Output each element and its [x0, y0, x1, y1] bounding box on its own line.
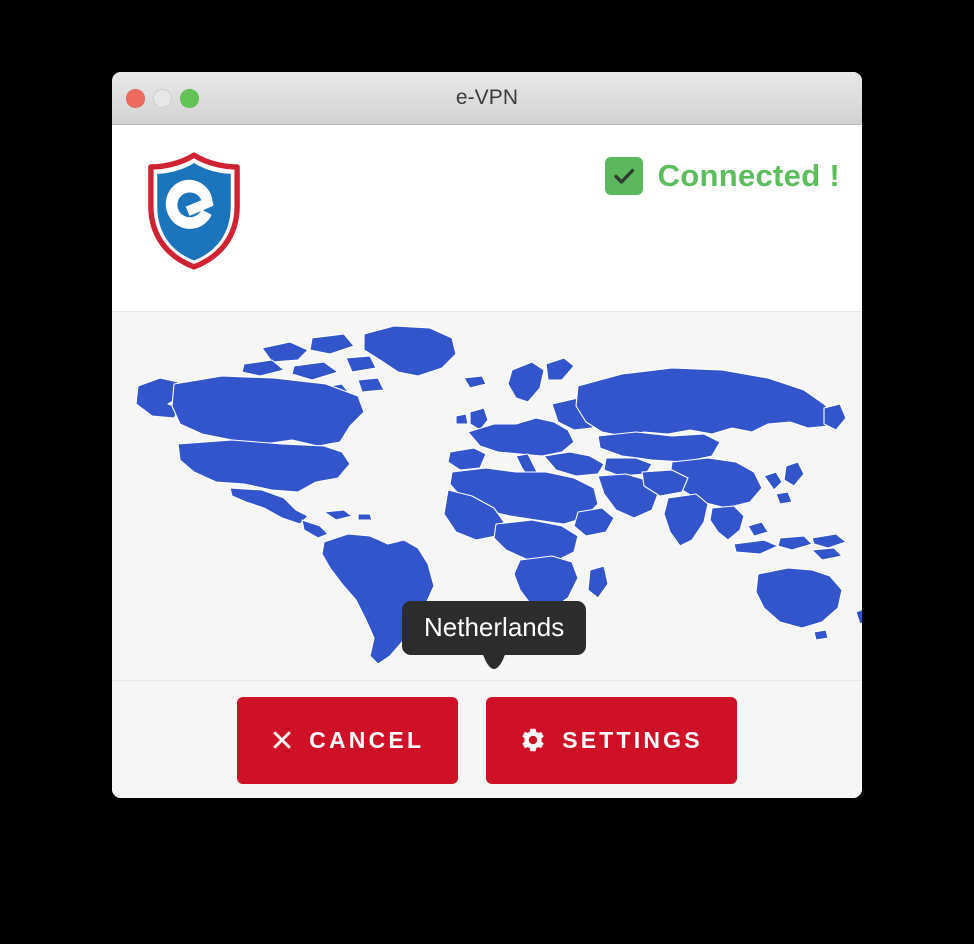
close-x-icon — [271, 729, 293, 751]
connection-status: Connected ! — [604, 157, 840, 195]
maximize-window-button[interactable] — [180, 88, 199, 108]
cancel-button-label: CANCEL — [309, 726, 425, 753]
close-window-button[interactable] — [126, 88, 145, 108]
screen: e-VPN Connected ! Netherlands CANCEL SET… — [0, 0, 974, 944]
shield-e-logo-icon — [145, 152, 243, 270]
minimize-window-button[interactable] — [153, 88, 172, 108]
settings-button-label: SETTINGS — [562, 726, 703, 753]
app-window: e-VPN Connected ! Netherlands CANCEL SET… — [112, 72, 862, 798]
world-map-panel[interactable]: Netherlands — [112, 312, 862, 681]
cancel-button[interactable]: CANCEL — [237, 696, 459, 784]
footer-actions: CANCEL SETTINGS — [112, 681, 862, 798]
tooltip-label: Netherlands — [424, 612, 565, 642]
app-header: Connected ! — [112, 125, 862, 312]
window-controls — [126, 72, 199, 124]
settings-button[interactable]: SETTINGS — [486, 696, 737, 784]
gear-icon — [520, 727, 546, 753]
status-badge: Connected ! — [657, 158, 840, 193]
window-title: e-VPN — [455, 86, 519, 109]
check-icon — [604, 157, 643, 195]
country-tooltip: Netherlands — [402, 601, 587, 669]
window-titlebar: e-VPN — [112, 72, 862, 125]
